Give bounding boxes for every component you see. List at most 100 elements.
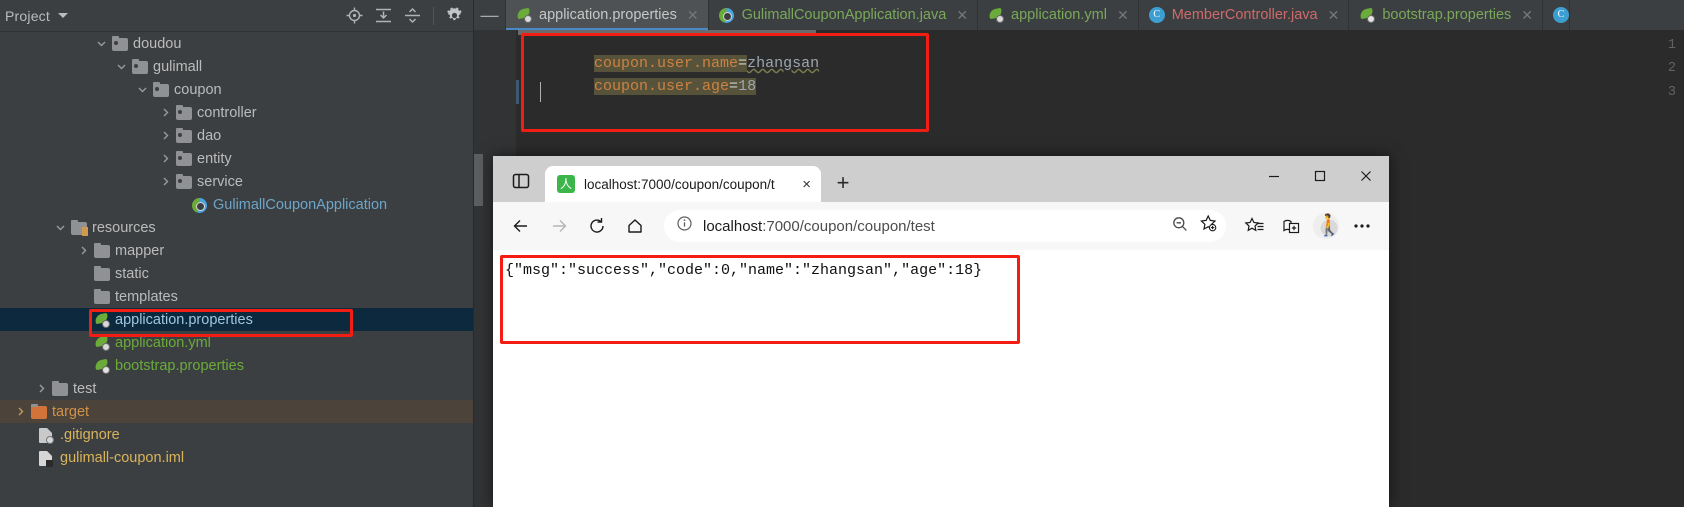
url-path: :7000/coupon/coupon/test xyxy=(762,217,935,235)
code-key: coupon.user.age xyxy=(594,78,730,95)
zoom-out-icon[interactable] xyxy=(1171,215,1189,238)
toolbar-divider xyxy=(433,6,434,25)
tree-row[interactable]: entity xyxy=(0,147,473,170)
tab-bootstrap-properties[interactable]: bootstrap.properties ✕ xyxy=(1349,0,1544,30)
add-favorite-icon[interactable] xyxy=(1199,214,1218,238)
hide-tabs-button[interactable]: — xyxy=(474,0,506,30)
tab-member-controller[interactable]: C MemberController.java ✕ xyxy=(1139,0,1350,30)
spring-cloud-config-icon xyxy=(94,358,110,374)
window-controls[interactable] xyxy=(1251,156,1389,202)
tree-row[interactable]: templates xyxy=(0,285,473,308)
expand-all-icon[interactable] xyxy=(375,7,392,24)
chevron-down-icon[interactable] xyxy=(57,13,68,18)
browser-titlebar: 人 localhost:7000/coupon/coupon/t × + xyxy=(493,156,1389,202)
browser-tab-title: localhost:7000/coupon/coupon/t xyxy=(584,176,775,192)
chevron-down-icon[interactable] xyxy=(116,61,127,72)
close-icon[interactable]: × xyxy=(800,176,813,193)
tree-row[interactable]: static xyxy=(0,262,473,285)
browser-tab[interactable]: 人 localhost:7000/coupon/coupon/t × xyxy=(545,166,821,202)
tree-row[interactable]: gulimall xyxy=(0,55,473,78)
tree-row[interactable]: service xyxy=(0,170,473,193)
folder-icon xyxy=(176,173,192,190)
tree-row[interactable]: test xyxy=(0,377,473,400)
spring-config-icon xyxy=(988,7,1005,23)
tree-item-iml[interactable]: gulimall-coupon.iml xyxy=(0,446,473,469)
resources-folder-icon xyxy=(71,219,88,236)
chevron-right-icon[interactable] xyxy=(78,245,89,256)
close-icon[interactable]: ✕ xyxy=(1328,7,1340,24)
tree-row[interactable]: controller xyxy=(0,101,473,124)
tab-label: bootstrap.properties xyxy=(1382,7,1512,23)
gear-icon[interactable] xyxy=(446,7,463,24)
tree-row[interactable]: resources xyxy=(0,216,473,239)
favorites-list-icon[interactable] xyxy=(1237,209,1271,243)
tree-item-bootstrap-properties[interactable]: bootstrap.properties xyxy=(0,354,473,377)
page-content: {"msg":"success","code":0,"name":"zhangs… xyxy=(493,250,1389,507)
home-icon[interactable] xyxy=(617,208,653,244)
maximize-button[interactable] xyxy=(1297,156,1343,196)
close-button[interactable] xyxy=(1343,156,1389,196)
tree-item-label: coupon xyxy=(174,81,222,98)
tree-row[interactable]: coupon xyxy=(0,78,473,101)
chevron-right-icon[interactable] xyxy=(160,176,171,187)
chevron-down-icon[interactable] xyxy=(137,84,148,95)
tree-row[interactable]: doudou xyxy=(0,32,473,55)
chevron-right-icon[interactable] xyxy=(15,406,26,417)
folder-icon xyxy=(112,35,128,52)
tree-item-application-properties[interactable]: application.properties xyxy=(0,308,473,331)
chevron-right-icon[interactable] xyxy=(160,153,171,164)
editor-horizontal-scrollbar[interactable] xyxy=(518,30,816,35)
json-response-text: {"msg":"success","code":0,"name":"zhangs… xyxy=(505,262,983,279)
tab-overflow-partial[interactable]: C xyxy=(1543,0,1571,30)
close-icon[interactable]: ✕ xyxy=(687,7,699,24)
reload-icon[interactable] xyxy=(579,208,615,244)
chevron-down-icon[interactable] xyxy=(96,38,107,49)
close-icon[interactable]: ✕ xyxy=(1117,7,1129,24)
tree-item-label: gulimall-coupon.iml xyxy=(60,449,185,466)
more-options-icon[interactable] xyxy=(1345,209,1379,243)
tab-label: application.properties xyxy=(539,7,677,23)
editor-vertical-scrollbar[interactable] xyxy=(474,154,483,206)
tree-item-application-yml[interactable]: application.yml xyxy=(0,331,473,354)
chevron-right-icon[interactable] xyxy=(36,383,47,394)
close-icon[interactable]: ✕ xyxy=(956,7,968,24)
collections-icon[interactable] xyxy=(1273,209,1307,243)
iml-file-icon xyxy=(39,450,55,467)
spring-cloud-config-icon xyxy=(1359,7,1376,23)
forward-arrow-icon[interactable] xyxy=(541,208,577,244)
address-bar[interactable]: localhost:7000/coupon/coupon/test xyxy=(664,210,1226,242)
spring-boot-app-icon xyxy=(718,7,735,23)
browser-toolbar[interactable]: localhost:7000/coupon/coupon/test 🚶 xyxy=(493,202,1389,250)
chevron-down-icon[interactable] xyxy=(55,222,66,233)
tab-application-yml[interactable]: application.yml ✕ xyxy=(978,0,1139,30)
code-line-2: coupon.user.age=18 xyxy=(540,61,757,112)
folder-plain-icon xyxy=(94,288,110,305)
profile-avatar[interactable]: 🚶 xyxy=(1309,209,1343,243)
folder-icon xyxy=(153,81,169,98)
back-arrow-icon[interactable] xyxy=(503,208,539,244)
tree-row[interactable]: GulimallCouponApplication xyxy=(0,193,473,216)
java-class-icon: C xyxy=(1553,7,1570,23)
tab-application-properties[interactable]: application.properties ✕ xyxy=(506,0,709,30)
browser-window[interactable]: 人 localhost:7000/coupon/coupon/t × + loc… xyxy=(493,156,1389,507)
sidebar-toggle-icon[interactable] xyxy=(507,168,535,194)
editor-tab-strip[interactable]: — application.properties ✕ GulimallCoupo… xyxy=(474,0,1684,30)
site-favicon: 人 xyxy=(557,175,575,193)
chevron-right-icon[interactable] xyxy=(160,107,171,118)
minimize-button[interactable] xyxy=(1251,156,1297,196)
tree-item-target[interactable]: target xyxy=(0,400,473,423)
address-bar-url[interactable]: localhost:7000/coupon/coupon/test xyxy=(703,218,1161,235)
close-icon[interactable]: ✕ xyxy=(1521,7,1533,24)
tab-gulimall-coupon-application[interactable]: GulimallCouponApplication.java ✕ xyxy=(709,0,979,30)
project-tree[interactable]: doudou gulimall coupon controller dao en… xyxy=(0,32,473,507)
tree-item-label: test xyxy=(73,380,97,397)
tree-item-gitignore[interactable]: .gitignore xyxy=(0,423,473,446)
locate-icon[interactable] xyxy=(346,7,363,24)
info-icon[interactable] xyxy=(676,215,693,237)
tree-row[interactable]: dao xyxy=(0,124,473,147)
chevron-right-icon[interactable] xyxy=(160,130,171,141)
collapse-all-icon[interactable] xyxy=(404,7,421,24)
new-tab-button[interactable]: + xyxy=(829,169,857,197)
tree-row[interactable]: mapper xyxy=(0,239,473,262)
tree-item-label: GulimallCouponApplication xyxy=(213,196,388,213)
